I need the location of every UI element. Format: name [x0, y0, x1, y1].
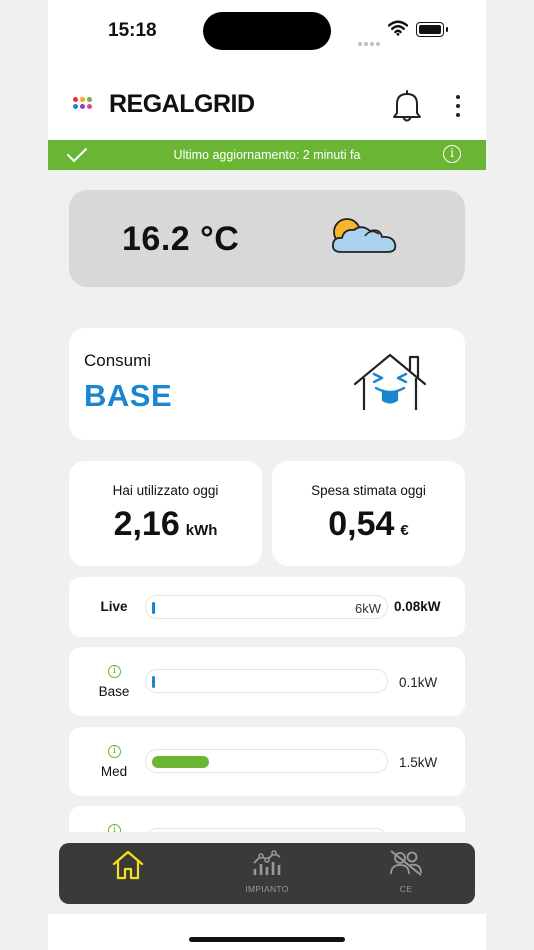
base-info-icon[interactable]: i	[108, 665, 121, 678]
live-power-row: Live 6kW 0.08kW	[69, 577, 465, 637]
bottom-tab-bar: IMPIANTO CE	[59, 843, 475, 904]
tab-impianto[interactable]: IMPIANTO	[222, 849, 312, 894]
med-level-bar-fill	[152, 756, 209, 768]
energy-used-unit: kWh	[185, 522, 218, 539]
estimated-cost-value-group: 0,54 €	[272, 505, 465, 544]
live-power-value: 0.08kW	[394, 599, 441, 614]
dynamic-island	[203, 12, 331, 50]
energy-used-value: 2,16	[113, 505, 180, 543]
estimated-cost-label: Spesa stimata oggi	[311, 483, 426, 498]
logo-text: REGALGRID	[109, 90, 255, 118]
base-level-bar-fill	[152, 676, 155, 688]
live-scale-max: 6kW	[355, 601, 381, 616]
home-indicator[interactable]	[189, 937, 345, 942]
base-label: Base	[98, 684, 130, 699]
next-level-bar	[145, 828, 388, 832]
med-info-icon[interactable]: i	[108, 745, 121, 758]
consumption-title: Consumi	[84, 351, 152, 370]
home-icon	[112, 850, 144, 880]
next-level-row: i	[69, 806, 465, 832]
temperature-value: 16.2 °C	[122, 220, 240, 258]
last-update-text: Ultimo aggiornamento: 2 minuti fa	[173, 148, 361, 162]
estimated-cost-unit: €	[400, 522, 409, 539]
base-level-bar	[145, 669, 388, 693]
chart-icon	[253, 850, 281, 875]
next-info-icon[interactable]: i	[108, 824, 121, 832]
info-icon[interactable]: i	[443, 145, 461, 163]
energy-used-value-group: 2,16 kWh	[69, 505, 262, 544]
consumption-level: BASE	[84, 378, 173, 413]
estimated-cost-card: Spesa stimata oggi 0,54 €	[272, 461, 465, 566]
update-status-bar: Ultimo aggiornamento: 2 minuti fa i	[48, 140, 486, 170]
happy-house-icon	[353, 353, 427, 410]
live-power-bar-fill	[152, 602, 155, 614]
live-label: Live	[100, 599, 128, 614]
wifi-icon	[388, 20, 408, 36]
energy-used-card: Hai utilizzato oggi 2,16 kWh	[69, 461, 262, 566]
battery-icon	[416, 22, 448, 37]
live-power-bar: 6kW	[145, 595, 388, 619]
tab-impianto-label: IMPIANTO	[245, 884, 289, 894]
consumption-card[interactable]: Consumi BASE	[69, 328, 465, 440]
estimated-cost-value: 0,54	[328, 505, 395, 543]
energy-used-label: Hai utilizzato oggi	[112, 483, 219, 498]
med-level-bar	[145, 749, 388, 773]
base-level-row: i Base 0.1kW	[69, 647, 465, 716]
users-off-icon	[390, 850, 422, 876]
base-level-value: 0.1kW	[399, 675, 438, 690]
bottom-safe-area	[48, 914, 486, 950]
signal-icon	[358, 33, 382, 51]
status-time: 15:18	[108, 20, 157, 41]
tab-ce-label: CE	[399, 884, 413, 894]
tab-home[interactable]	[83, 849, 173, 886]
app-screen: 15:18 REGALGRID Ultimo aggiornamento: 2 …	[48, 0, 486, 950]
med-label: Med	[100, 764, 128, 779]
bell-icon[interactable]	[391, 88, 423, 124]
weather-card: 16.2 °C	[69, 190, 465, 287]
med-level-value: 1.5kW	[399, 755, 438, 770]
app-header: REGALGRID	[48, 62, 486, 140]
clipped-row-container: i	[69, 806, 465, 832]
status-bar: 15:18	[48, 0, 486, 62]
med-level-row: i Med 1.5kW	[69, 727, 465, 796]
partly-cloudy-icon	[332, 218, 397, 253]
more-options-icon[interactable]	[451, 95, 465, 119]
tab-ce[interactable]: CE	[361, 849, 451, 894]
